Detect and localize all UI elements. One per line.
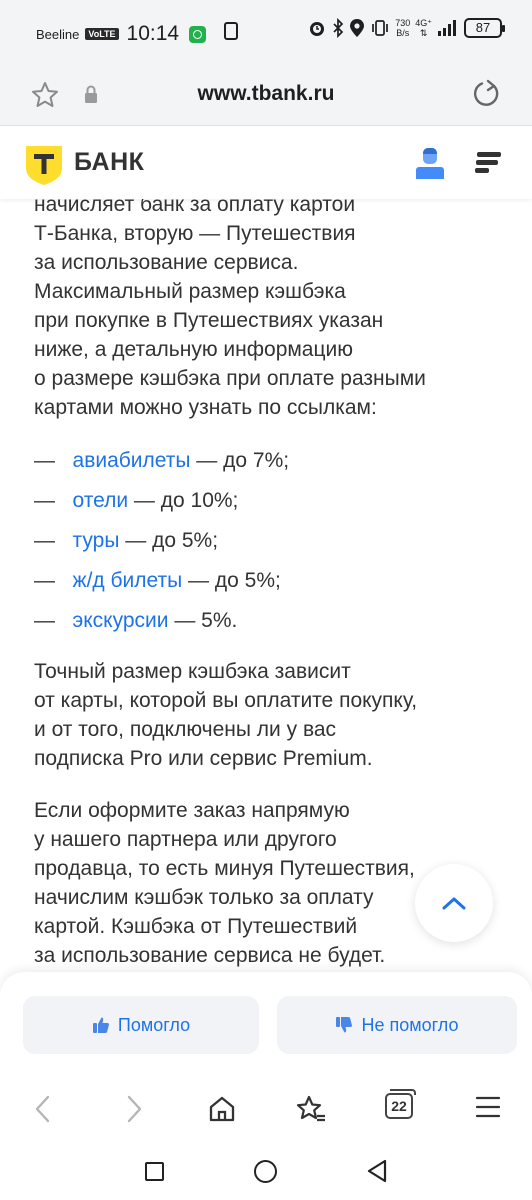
nfc-icon (224, 22, 238, 40)
clock: 10:14 (126, 22, 180, 45)
status-bar: Beeline VoLTE 10:14 730 B/s 4G⁺ ⇅ 87 (0, 0, 532, 64)
text-line: и от того, подключены ли у вас (34, 718, 337, 741)
recents-icon[interactable] (145, 1162, 164, 1181)
text-line: у нашего партнера или другого (34, 828, 337, 851)
list-rest: — до 7%; (190, 449, 290, 472)
link-tours[interactable]: туры (73, 529, 120, 552)
list-item-avia: — авиабилеты — до 7%; (34, 446, 289, 475)
list-item-excursions: — экскурсии — 5%. (34, 606, 237, 635)
not-helped-label: Не помогло (361, 1014, 459, 1035)
list-rest: — 5%. (168, 609, 238, 632)
hamburger-icon[interactable] (476, 1094, 500, 1120)
article-content: начисляет банк за оплату картой Т-Банка,… (34, 199, 514, 971)
logo-text[interactable]: БАНК (74, 148, 144, 177)
list-item-tours: — туры — до 5%; (34, 526, 218, 555)
system-navigation-bar (0, 1146, 532, 1200)
battery-indicator: 87 (464, 18, 505, 38)
bluetooth-icon (333, 18, 344, 38)
alarm-icon (310, 22, 325, 36)
text-line: Максимальный размер кэшбэка (34, 280, 346, 303)
network-label: 4G⁺ (415, 18, 432, 28)
text-line: ниже, а детальную информацию (34, 338, 353, 361)
speed-value: 730 (395, 18, 411, 28)
link-avia[interactable]: авиабилеты (73, 449, 191, 472)
tbank-logo-shield[interactable] (23, 144, 65, 186)
text-line: при покупке в Путешествиях указан (34, 309, 384, 332)
list-dash: — (34, 449, 55, 472)
text-line: о размере кэшбэка при оплате разными (34, 367, 426, 390)
text-line: начислим кэшбэк только за оплату (34, 886, 374, 909)
list-dash: — (34, 569, 55, 592)
text-line: за использование сервиса. (34, 251, 299, 274)
system-back-icon[interactable] (366, 1159, 388, 1183)
status-left: Beeline VoLTE 10:14 (36, 22, 207, 46)
text-line: картой. Кэшбэка от Путешествий (34, 915, 358, 938)
forward-icon[interactable] (124, 1094, 144, 1124)
list-rest: — до 5%; (119, 529, 219, 552)
thumb-up-icon (92, 1017, 109, 1033)
text-line: за использование сервиса не будет. (34, 944, 386, 967)
tabs-icon[interactable]: 22 (385, 1089, 416, 1119)
reload-icon[interactable] (471, 78, 501, 110)
speed-unit: B/s (396, 28, 410, 38)
bookmark-star-icon[interactable] (295, 1094, 327, 1124)
text-line: от карты, которой вы оплатите покупку, (34, 689, 418, 712)
scroll-to-top-button[interactable] (415, 864, 493, 942)
browser-toolbar: 22 (0, 1072, 532, 1146)
whatsapp-notification-icon (189, 25, 207, 43)
menu-icon[interactable] (474, 150, 502, 176)
text-line: продавца, то есть минуя Путешествия, (34, 857, 415, 880)
text-line: начисляет банк за оплату картой (34, 199, 356, 216)
home-icon[interactable] (207, 1094, 237, 1124)
signal-icon (438, 20, 456, 36)
status-right: 730 B/s 4G⁺ ⇅ 87 (307, 18, 505, 38)
list-dash: — (34, 529, 55, 552)
thumb-down-icon (336, 1017, 353, 1033)
location-icon (350, 19, 365, 37)
list-dash: — (34, 609, 55, 632)
network-speed: 730 B/s (395, 18, 410, 38)
list-dash: — (34, 489, 55, 512)
paragraph-partner-order: Если оформите заказ напрямую у нашего па… (34, 796, 415, 970)
volte-badge: VoLTE (85, 28, 119, 40)
system-home-icon[interactable] (254, 1160, 277, 1183)
text-line: Т-Банка, вторую — Путешествия (34, 222, 356, 245)
text-line: картами можно узнать по ссылкам: (34, 396, 377, 419)
link-hotels[interactable]: отели (73, 489, 129, 512)
text-line: Точный размер кэшбэка зависит (34, 660, 351, 683)
list-rest: — до 5%; (182, 569, 281, 592)
paragraph-cashback-depends: Точный размер кэшбэка зависит от карты, … (34, 657, 417, 773)
list-item-train: — ж/д билеты — до 5%; (34, 566, 281, 595)
site-header: БАНК (0, 127, 532, 199)
list-rest: — до 10%; (128, 489, 239, 512)
not-helped-button[interactable]: Не помогло (277, 996, 517, 1054)
back-icon[interactable] (33, 1094, 53, 1124)
link-excursions[interactable]: экскурсии (73, 609, 169, 632)
profile-icon[interactable] (414, 145, 446, 181)
network-type: 4G⁺ ⇅ (415, 18, 432, 38)
text-line: подписка Pro или сервис Premium. (34, 747, 373, 770)
link-train[interactable]: ж/д билеты (73, 569, 183, 592)
browser-address-bar: www.tbank.ru (0, 64, 532, 126)
list-item-hotels: — отели — до 10%; (34, 486, 238, 515)
carrier-name: Beeline (36, 26, 80, 42)
paragraph-intro: начисляет банк за оплату картой Т-Банка,… (34, 199, 514, 422)
helped-label: Помогло (117, 1014, 191, 1035)
url-text[interactable]: www.tbank.ru (0, 82, 532, 106)
helped-button[interactable]: Помогло (23, 996, 259, 1054)
text-line: Если оформите заказ напрямую (34, 799, 350, 822)
chevron-up-icon (442, 897, 466, 910)
feedback-panel: Помогло Не помогло (0, 972, 532, 1072)
vibrate-icon (372, 20, 389, 36)
